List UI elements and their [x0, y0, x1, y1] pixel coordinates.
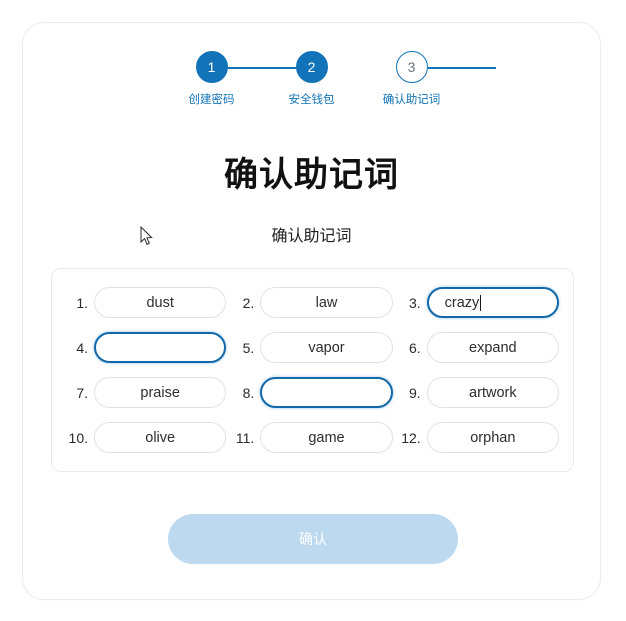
stepper-connector-1 [227, 67, 296, 69]
mnemonic-index-label: 4. [76, 339, 88, 356]
mnemonic-index-label: 1. [76, 294, 88, 311]
mnemonic-cell: 2. law [232, 287, 393, 318]
mnemonic-index-label: 8. [242, 384, 255, 401]
step-2-label: 安全钱包 [288, 94, 335, 106]
confirm-button-label: 确认 [299, 531, 327, 547]
mnemonic-word-input[interactable]: game [260, 422, 393, 453]
mnemonic-word-value: olive [145, 429, 176, 446]
mnemonic-cell: 3. crazy [399, 287, 559, 318]
mnemonic-word-input[interactable]: orphan [426, 422, 559, 453]
text-caret [480, 294, 482, 311]
mnemonic-cell: 10. olive [66, 422, 227, 453]
mnemonic-cell: 5. vapor [232, 332, 393, 363]
mnemonic-cell: 7. praise [66, 377, 227, 408]
mnemonic-index-label: 3. [408, 294, 421, 311]
mnemonic-cell: 4. [66, 332, 227, 363]
step-3-circle[interactable]: 3 [395, 51, 428, 83]
stepper-step-2[interactable]: 2 安全钱包 [262, 51, 496, 109]
mnemonic-word-value: orphan [470, 429, 516, 446]
mnemonic-index-label: 10. [68, 429, 88, 446]
mnemonic-index-label: 6. [408, 339, 421, 356]
stepper-step-1[interactable]: 1 创建密码 [162, 51, 296, 109]
step-3-number: 3 [407, 59, 416, 75]
confirm-button[interactable]: 确认 [168, 514, 458, 564]
step-3-label: 确认助记词 [382, 94, 441, 106]
mnemonic-index-label: 2. [242, 294, 255, 311]
page-subtitle: 确认助记词 [271, 228, 352, 245]
mnemonic-index-label: 11. [235, 429, 255, 446]
step-1-label: 创建密码 [188, 94, 235, 106]
mnemonic-grid-panel: 1. dust 2. law 3. crazy 4. 5. vapor 6. expand 7. pra… [51, 268, 574, 472]
mnemonic-word-input[interactable]: expand [426, 332, 559, 363]
mnemonic-cell: 11. game [232, 422, 393, 453]
mnemonic-word-input[interactable]: crazy [426, 287, 559, 318]
mnemonic-index-label: 5. [242, 339, 255, 356]
mnemonic-word-value: law [315, 294, 338, 311]
step-1-number: 1 [207, 59, 216, 75]
mnemonic-word-value: artwork [469, 384, 517, 401]
mnemonic-word-value: praise [140, 384, 180, 401]
mnemonic-cell: 8. [232, 377, 393, 408]
mnemonic-word-grid: 1. dust 2. law 3. crazy 4. 5. vapor 6. expand 7. pra… [66, 287, 559, 453]
mnemonic-word-input[interactable]: artwork [426, 377, 559, 408]
mnemonic-index-label: 12. [401, 429, 421, 446]
mnemonic-word-value: vapor [308, 339, 345, 356]
mnemonic-word-input[interactable] [260, 377, 393, 408]
step-2-number: 2 [307, 59, 316, 75]
mnemonic-word-value: dust [146, 294, 174, 311]
mnemonic-word-input[interactable]: law [260, 287, 393, 318]
mnemonic-word-value: crazy [444, 294, 480, 311]
mnemonic-word-input[interactable]: praise [94, 377, 227, 408]
mnemonic-cell: 9. artwork [399, 377, 559, 408]
mnemonic-word-input[interactable]: vapor [260, 332, 393, 363]
mnemonic-word-input[interactable] [94, 332, 227, 363]
onboarding-card: 1 创建密码 2 安全钱包 3 确认助记词 确认助记词 确认助记词 1. dust… [22, 22, 601, 600]
mnemonic-index-label: 7. [76, 384, 88, 401]
mnemonic-cell: 1. dust [66, 287, 227, 318]
page-title: 确认助记词 [224, 156, 399, 194]
stepper-connector-2 [427, 67, 496, 69]
mnemonic-index-label: 9. [408, 384, 421, 401]
step-2-circle[interactable]: 2 [295, 51, 328, 83]
mnemonic-cell: 6. expand [399, 332, 559, 363]
mnemonic-word-value: game [308, 429, 345, 446]
mnemonic-word-input[interactable]: dust [94, 287, 227, 318]
step-1-circle[interactable]: 1 [195, 51, 228, 83]
mnemonic-word-input[interactable]: olive [94, 422, 227, 453]
progress-stepper: 1 创建密码 2 安全钱包 3 确认助记词 [23, 51, 600, 109]
mnemonic-word-value: expand [469, 339, 517, 356]
mnemonic-cell: 12. orphan [399, 422, 559, 453]
stepper-step-3[interactable]: 3 确认助记词 [362, 51, 462, 109]
